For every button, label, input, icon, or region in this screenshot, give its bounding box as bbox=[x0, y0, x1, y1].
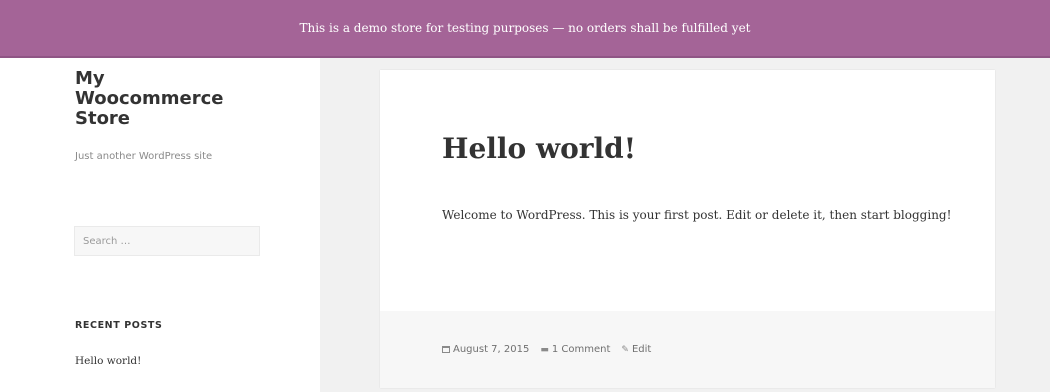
comment-bubble-icon: ▬ bbox=[540, 344, 549, 355]
post-date-link[interactable]: August 7, 2015 bbox=[442, 344, 529, 355]
post-content: Welcome to WordPress. This is your first… bbox=[442, 208, 952, 222]
post-comments-link[interactable]: ▬ 1 Comment bbox=[540, 344, 610, 355]
calendar-icon bbox=[442, 346, 450, 353]
sidebar: My Woocommerce Store Just another WordPr… bbox=[0, 58, 320, 392]
demo-store-notice: This is a demo store for testing purpose… bbox=[0, 0, 1050, 58]
post-edit: Edit bbox=[631, 344, 652, 355]
search-input[interactable] bbox=[74, 226, 260, 256]
site-title[interactable]: My Woocommerce Store bbox=[75, 69, 255, 129]
post-comments: 1 Comment bbox=[551, 344, 611, 355]
recent-post-link[interactable]: Hello world! bbox=[75, 355, 141, 367]
post-article: Hello world! Welcome to WordPress. This … bbox=[380, 70, 995, 388]
demo-store-notice-text: This is a demo store for testing purpose… bbox=[299, 21, 751, 35]
post-date: August 7, 2015 bbox=[453, 344, 530, 355]
post-title[interactable]: Hello world! bbox=[442, 132, 636, 165]
recent-posts-heading: RECENT POSTS bbox=[75, 320, 163, 331]
pencil-icon: ✎ bbox=[621, 344, 629, 355]
post-meta-footer: August 7, 2015 ▬ 1 Comment ✎ Edit bbox=[380, 311, 995, 388]
post-edit-link[interactable]: ✎ Edit bbox=[621, 344, 651, 355]
site-description: Just another WordPress site bbox=[75, 151, 213, 162]
